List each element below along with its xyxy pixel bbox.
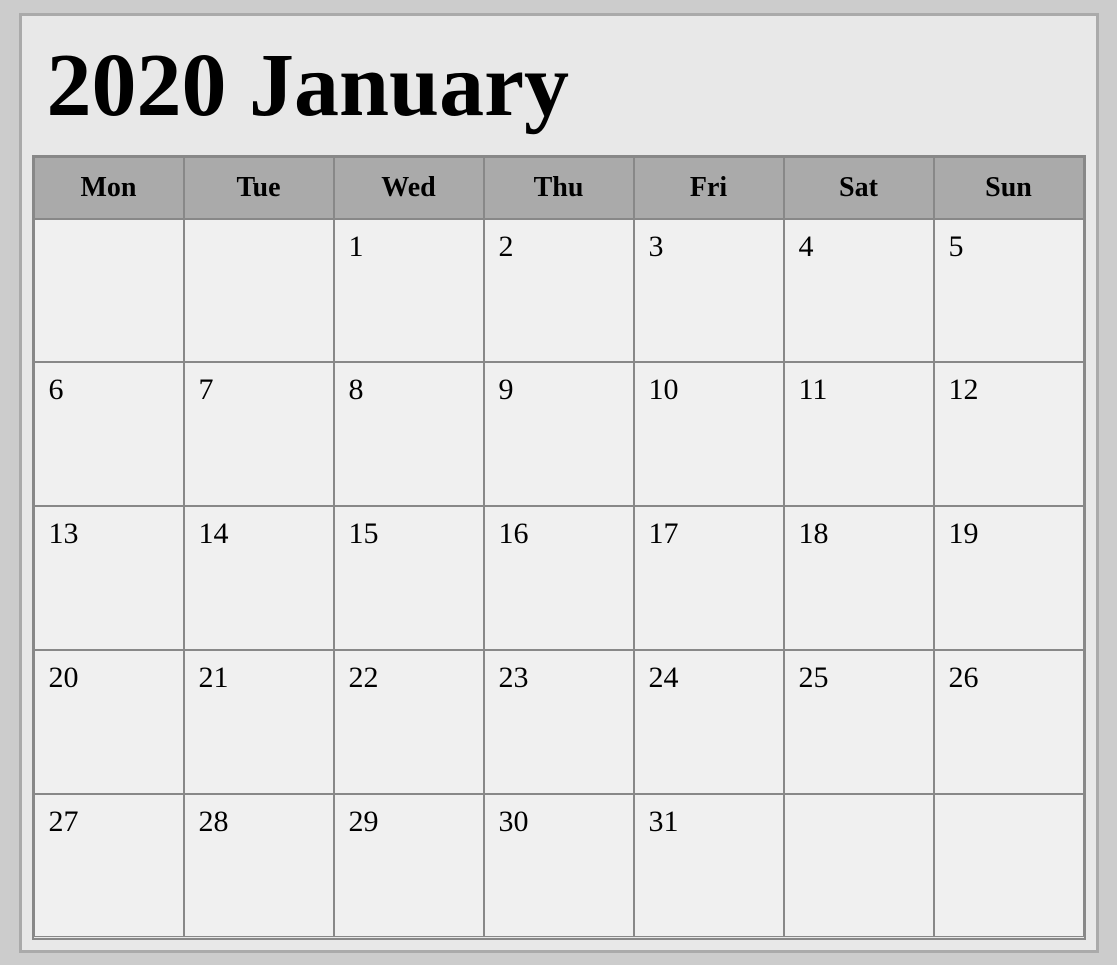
calendar-day[interactable]: 14 bbox=[184, 506, 334, 650]
calendar-day-empty bbox=[934, 794, 1084, 938]
calendar-day[interactable]: 21 bbox=[184, 650, 334, 794]
calendar-day[interactable]: 29 bbox=[334, 794, 484, 938]
calendar-day[interactable]: 24 bbox=[634, 650, 784, 794]
calendar-header-cell: Fri bbox=[634, 157, 784, 219]
calendar-day[interactable]: 4 bbox=[784, 219, 934, 363]
calendar-day[interactable]: 2 bbox=[484, 219, 634, 363]
calendar-grid: MonTueWedThuFriSatSun 123456789101112131… bbox=[32, 155, 1086, 940]
calendar-day[interactable]: 20 bbox=[34, 650, 184, 794]
calendar-header-cell: Sat bbox=[784, 157, 934, 219]
calendar-day[interactable]: 25 bbox=[784, 650, 934, 794]
calendar-day[interactable]: 11 bbox=[784, 362, 934, 506]
calendar-day[interactable]: 8 bbox=[334, 362, 484, 506]
calendar-day[interactable]: 10 bbox=[634, 362, 784, 506]
calendar-day[interactable]: 28 bbox=[184, 794, 334, 938]
calendar-body: 1234567891011121314151617181920212223242… bbox=[34, 219, 1084, 938]
calendar-day[interactable]: 18 bbox=[784, 506, 934, 650]
calendar-day[interactable]: 30 bbox=[484, 794, 634, 938]
calendar-header-cell: Sun bbox=[934, 157, 1084, 219]
calendar-day[interactable]: 3 bbox=[634, 219, 784, 363]
calendar-day[interactable]: 16 bbox=[484, 506, 634, 650]
calendar-header-cell: Wed bbox=[334, 157, 484, 219]
calendar-header-cell: Mon bbox=[34, 157, 184, 219]
calendar-day[interactable]: 13 bbox=[34, 506, 184, 650]
calendar: 2020 January MonTueWedThuFriSatSun 12345… bbox=[19, 13, 1099, 953]
calendar-day[interactable]: 9 bbox=[484, 362, 634, 506]
calendar-day[interactable]: 1 bbox=[334, 219, 484, 363]
calendar-week: 2728293031 bbox=[34, 794, 1084, 938]
calendar-day[interactable]: 31 bbox=[634, 794, 784, 938]
calendar-day[interactable]: 19 bbox=[934, 506, 1084, 650]
calendar-day[interactable]: 27 bbox=[34, 794, 184, 938]
calendar-day-empty bbox=[184, 219, 334, 363]
calendar-week: 6789101112 bbox=[34, 362, 1084, 506]
calendar-header-cell: Thu bbox=[484, 157, 634, 219]
calendar-week: 20212223242526 bbox=[34, 650, 1084, 794]
calendar-day[interactable]: 26 bbox=[934, 650, 1084, 794]
calendar-day[interactable]: 7 bbox=[184, 362, 334, 506]
calendar-day[interactable]: 23 bbox=[484, 650, 634, 794]
calendar-day[interactable]: 17 bbox=[634, 506, 784, 650]
calendar-week: 13141516171819 bbox=[34, 506, 1084, 650]
calendar-day[interactable]: 22 bbox=[334, 650, 484, 794]
calendar-week: 12345 bbox=[34, 219, 1084, 363]
calendar-title: 2020 January bbox=[32, 26, 1086, 155]
calendar-day-empty bbox=[784, 794, 934, 938]
calendar-day[interactable]: 5 bbox=[934, 219, 1084, 363]
calendar-header-cell: Tue bbox=[184, 157, 334, 219]
calendar-day-empty bbox=[34, 219, 184, 363]
calendar-day[interactable]: 12 bbox=[934, 362, 1084, 506]
calendar-header-row: MonTueWedThuFriSatSun bbox=[34, 157, 1084, 219]
calendar-day[interactable]: 6 bbox=[34, 362, 184, 506]
calendar-day[interactable]: 15 bbox=[334, 506, 484, 650]
